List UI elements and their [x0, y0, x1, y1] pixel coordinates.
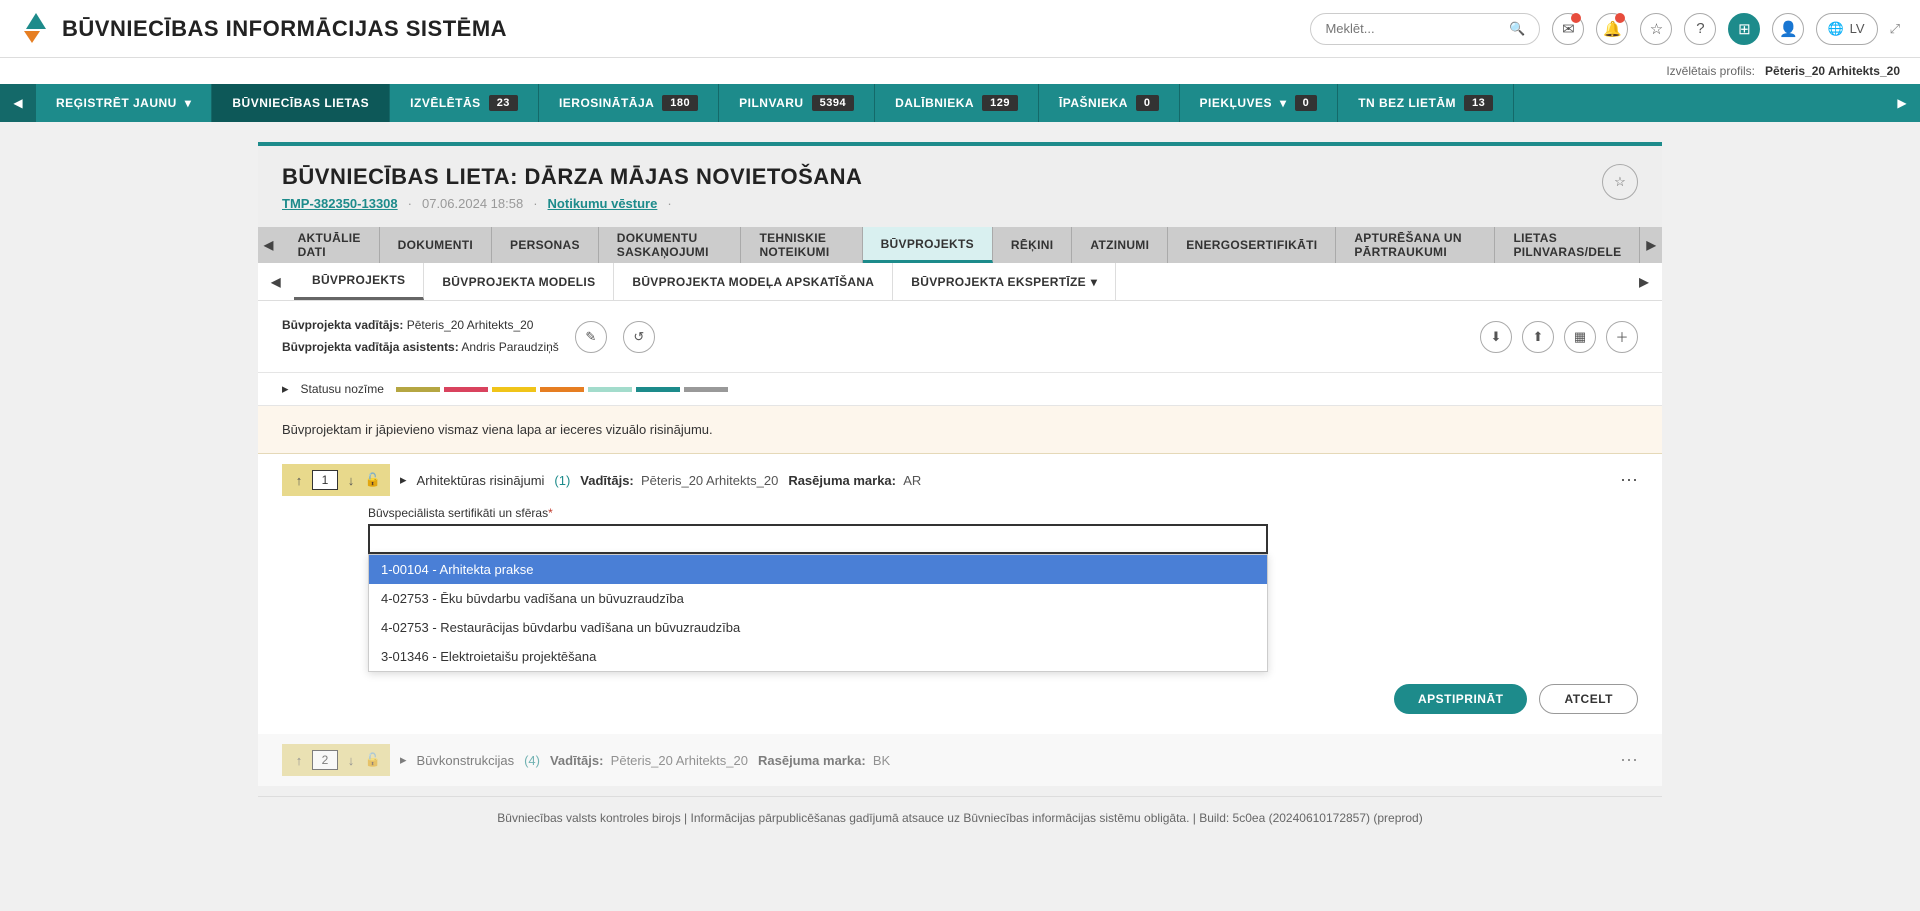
nav-cases[interactable]: BŪVNIECĪBAS LIETAS [212, 84, 390, 122]
confirm-button[interactable]: APSTIPRINĀT [1394, 684, 1528, 714]
nav-powers[interactable]: PILNVARU5394 [719, 84, 875, 122]
dropdown-option[interactable]: 3-01346 - Elektroietaišu projektēšana [369, 642, 1267, 671]
nav-access[interactable]: PIEKĻUVES ▾0 [1180, 84, 1339, 122]
subtab-apskatisana[interactable]: BŪVPROJEKTA MODEĻA APSKATĪŠANA [614, 263, 893, 300]
lock-icon[interactable]: 🔓 [364, 751, 382, 769]
collapse-icon[interactable]: ⤢ [1890, 21, 1900, 37]
page-title: BŪVNIECĪBAS LIETA: DĀRZA MĀJAS NOVIETOŠA… [282, 164, 1638, 190]
case-date: 07.06.2024 18:58 [422, 196, 523, 211]
language-selector[interactable]: 🌐LV [1816, 13, 1877, 45]
tab-energo[interactable]: ENERGOSERTIFIKĀTI [1168, 227, 1336, 263]
expand-icon[interactable]: ▸ [400, 472, 407, 488]
mail-icon[interactable]: ✉ [1552, 13, 1584, 45]
logo-area[interactable]: BŪVNIECĪBAS INFORMĀCIJAS SISTĒMA [20, 13, 507, 45]
move-down-button[interactable]: ↓ [342, 471, 360, 489]
section-2: ↑ 2 ↓ 🔓 ▸ Būvkonstrukcijas (4) Vadītājs:… [258, 734, 1662, 786]
expand-icon: ▸ [282, 381, 289, 397]
profile-name[interactable]: Pēteris_20 Arhitekts_20 [1765, 64, 1900, 78]
profile-label: Izvēlētais profils: [1666, 64, 1755, 78]
edit-button[interactable]: ✎ [575, 321, 607, 353]
nav-initiator[interactable]: IEROSINĀTĀJA180 [539, 84, 719, 122]
tab-saskanojumi[interactable]: DOKUMENTU SASKAŅOJUMI [599, 227, 742, 263]
grid-button[interactable]: ▦ [1564, 321, 1596, 353]
subtabs-left-arrow[interactable]: ◀ [258, 263, 294, 300]
apps-icon[interactable]: ⊞ [1728, 13, 1760, 45]
tab-dokumenti[interactable]: DOKUMENTI [380, 227, 492, 263]
search-input[interactable] [1325, 21, 1509, 36]
nav-left-arrow[interactable]: ◀ [0, 84, 36, 122]
nav-participant[interactable]: DALĪBNIEKA129 [875, 84, 1039, 122]
bell-icon[interactable]: 🔔 [1596, 13, 1628, 45]
section-menu[interactable]: ⋯ [1620, 750, 1638, 771]
upload-button[interactable]: ⬆ [1522, 321, 1554, 353]
tab-personas[interactable]: PERSONAS [492, 227, 599, 263]
dropdown-option[interactable]: 4-02753 - Ēku būvdarbu vadīšana un būvuz… [369, 584, 1267, 613]
download-button[interactable]: ⬇ [1480, 321, 1512, 353]
tab-pilnvaras[interactable]: LIETAS PILNVARAS/DELE [1495, 227, 1640, 263]
help-icon[interactable]: ? [1684, 13, 1716, 45]
case-number-link[interactable]: TMP-382350-13308 [282, 196, 398, 211]
logo-icon [20, 13, 52, 45]
tab-aktualie-dati[interactable]: AKTUĀLIE DATI [280, 227, 380, 263]
add-button[interactable]: ＋ [1606, 321, 1638, 353]
subtab-ekspertize[interactable]: BŪVPROJEKTA EKSPERTĪZE ▾ [893, 263, 1116, 300]
certificate-form: Būvspeciālista sertifikāti un sfēras* 1-… [258, 506, 1662, 664]
subtabs: ◀ BŪVPROJEKTS BŪVPROJEKTA MODELIS BŪVPRO… [258, 263, 1662, 301]
expand-icon[interactable]: ▸ [400, 752, 407, 768]
user-icon[interactable]: 👤 [1772, 13, 1804, 45]
status-legend[interactable]: ▸ Statusu nozīme [258, 373, 1662, 406]
tab-apturesana[interactable]: APTURĒŠANA UN PĀRTRAUKUMI [1336, 227, 1495, 263]
footer: Būvniecības valsts kontroles birojs | In… [258, 796, 1662, 839]
tab-atzinumi[interactable]: ATZINUMI [1072, 227, 1168, 263]
star-icon[interactable]: ☆ [1640, 13, 1672, 45]
app-title: BŪVNIECĪBAS INFORMĀCIJAS SISTĒMA [62, 16, 507, 42]
dropdown-option[interactable]: 1-00104 - Arhitekta prakse [369, 555, 1267, 584]
certificate-dropdown: 1-00104 - Arhitekta prakse 4-02753 - Ēku… [368, 554, 1268, 672]
section-menu[interactable]: ⋯ [1620, 470, 1638, 491]
section-1: ↑ 1 ↓ 🔓 ▸ Arhitektūras risinājumi (1) Va… [258, 454, 1662, 734]
status-bars [396, 387, 728, 392]
section-controls: ↑ 1 ↓ 🔓 [282, 464, 390, 496]
search-icon: 🔍 [1509, 21, 1525, 37]
warning-banner: Būvprojektam ir jāpievieno vismaz viena … [258, 406, 1662, 454]
manager-row: Būvprojekta vadītājs: Pēteris_20 Arhitek… [258, 301, 1662, 373]
subtab-modelis[interactable]: BŪVPROJEKTA MODELIS [424, 263, 614, 300]
globe-icon: 🌐 [1827, 21, 1843, 37]
move-down-button[interactable]: ↓ [342, 751, 360, 769]
history-button[interactable]: ↺ [623, 321, 655, 353]
section-number[interactable]: 2 [312, 750, 338, 770]
nav-tn[interactable]: TN BEZ LIETĀM13 [1338, 84, 1514, 122]
lock-icon[interactable]: 🔓 [364, 471, 382, 489]
tab-rekini[interactable]: RĒĶINI [993, 227, 1072, 263]
section-number[interactable]: 1 [312, 470, 338, 490]
main-nav: ◀ REĢISTRĒT JAUNU ▾ BŪVNIECĪBAS LIETAS I… [0, 84, 1920, 122]
subtab-buvprojekts[interactable]: BŪVPROJEKTS [294, 263, 424, 300]
tabs-right-arrow[interactable]: ▶ [1640, 227, 1662, 263]
subtabs-right-arrow[interactable]: ▶ [1626, 263, 1662, 300]
nav-selected[interactable]: IZVĒLĒTĀS23 [390, 84, 539, 122]
tab-tehniskie[interactable]: TEHNISKIE NOTEIKUMI [741, 227, 862, 263]
dropdown-option[interactable]: 4-02753 - Restaurācijas būvdarbu vadīšan… [369, 613, 1267, 642]
profile-bar: Izvēlētais profils: Pēteris_20 Arhitekts… [0, 58, 1920, 84]
nav-register[interactable]: REĢISTRĒT JAUNU ▾ [36, 84, 212, 122]
search-box[interactable]: 🔍 [1310, 13, 1540, 45]
tabs: ◀ AKTUĀLIE DATI DOKUMENTI PERSONAS DOKUM… [258, 227, 1662, 263]
certificate-select[interactable] [368, 524, 1268, 554]
move-up-button[interactable]: ↑ [290, 751, 308, 769]
history-link[interactable]: Notikumu vēsture [548, 196, 658, 211]
tabs-left-arrow[interactable]: ◀ [258, 227, 280, 263]
nav-owner[interactable]: ĪPAŠNIEKA0 [1039, 84, 1180, 122]
favorite-button[interactable]: ☆ [1602, 164, 1638, 200]
move-up-button[interactable]: ↑ [290, 471, 308, 489]
cancel-button[interactable]: ATCELT [1539, 684, 1638, 714]
tab-buvprojekts[interactable]: BŪVPROJEKTS [863, 227, 993, 263]
nav-right-arrow[interactable]: ▶ [1884, 84, 1920, 122]
